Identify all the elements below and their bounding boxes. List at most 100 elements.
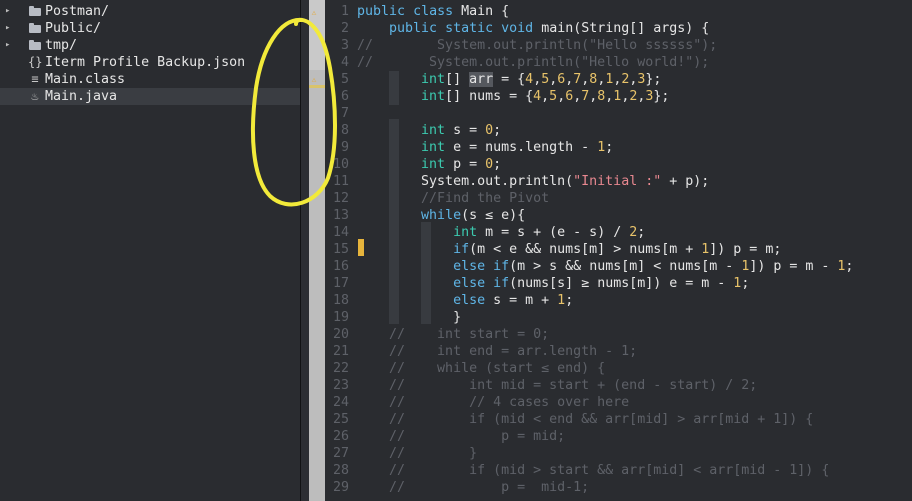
folder-icon: [29, 6, 41, 16]
code-text: int m = s + (e - s) / 2;: [453, 225, 646, 240]
folder-icon: [29, 23, 41, 33]
folder-icon: [29, 40, 41, 50]
line-number: 13: [332, 208, 349, 223]
line-number: 19: [332, 310, 349, 325]
folder-slash: /: [69, 38, 78, 53]
code-text: System.out.println("Initial :" + p);: [357, 174, 710, 189]
tree-item-public[interactable]: ▸ Public/: [0, 20, 300, 37]
line-number: 26: [332, 429, 349, 444]
code-text: // }: [357, 446, 478, 461]
code-line[interactable]: 17 else if(nums[s] ≥ nums[m]) e = m - 1;: [325, 275, 912, 292]
code-line[interactable]: 5 int[] arr = {4,5,6,7,8,1,2,3};: [325, 71, 912, 88]
code-line[interactable]: 7: [325, 105, 912, 122]
line-number: 14: [332, 225, 349, 240]
code-text: if(m < e && nums[m] > nums[m + 1]) p = m…: [453, 242, 782, 257]
line-number: 2: [340, 21, 349, 36]
code-text: }: [357, 310, 462, 325]
code-line[interactable]: 9 int e = nums.length - 1;: [325, 139, 912, 156]
code-text: // int end = arr.length - 1;: [357, 344, 638, 359]
code-text: while(s ≤ e){: [421, 208, 526, 223]
code-line[interactable]: 11 System.out.println("Initial :" + p);: [325, 173, 912, 190]
code-line[interactable]: 4 // System.out.println("Hello world!");: [325, 54, 912, 71]
code-line[interactable]: 10 int p = 0;: [325, 156, 912, 173]
code-text: // int mid = start + (end - start) / 2;: [357, 378, 758, 393]
line-number: 15: [332, 242, 349, 257]
code-text: // p = mid-1;: [357, 480, 590, 495]
expand-arrow-icon[interactable]: ▸: [5, 3, 15, 20]
code-line[interactable]: 19 }: [325, 309, 912, 326]
line-number: 28: [332, 463, 349, 478]
code-line[interactable]: 1 public class Main {: [325, 3, 912, 20]
code-line[interactable]: 16 else if(m > s && nums[m] < nums[m - 1…: [325, 258, 912, 275]
code-line[interactable]: 27 // }: [325, 445, 912, 462]
tree-item-tmp[interactable]: ▸ tmp/: [0, 37, 300, 54]
code-text: int e = nums.length - 1;: [421, 140, 614, 155]
line-number: 7: [340, 106, 349, 121]
sign-column: [301, 0, 309, 501]
code-line[interactable]: 3 // System.out.println("Hello ssssss");: [325, 37, 912, 54]
expand-arrow-icon[interactable]: ▸: [5, 37, 15, 54]
code-line[interactable]: 13 while(s ≤ e){: [325, 207, 912, 224]
code-text: // p = mid;: [357, 429, 566, 444]
line-number: 3: [340, 38, 349, 53]
code-line[interactable]: 21 // int end = arr.length - 1;: [325, 343, 912, 360]
code-line[interactable]: 15 if(m < e && nums[m] > nums[m + 1]) p …: [325, 241, 912, 258]
code-text: int[] arr = {4,5,6,7,8,1,2,3};: [421, 72, 662, 87]
tree-item-main-class[interactable]: ≡ Main.class: [0, 71, 300, 88]
line-number: 9: [340, 140, 349, 155]
code-text: public static void main(String[] args) {: [389, 21, 710, 36]
tree-item-label: tmp: [45, 38, 70, 53]
code-line[interactable]: 18 else s = m + 1;: [325, 292, 912, 309]
code-line[interactable]: 25 // if (mid < end && arr[mid] > arr[mi…: [325, 411, 912, 428]
tree-item-postman[interactable]: ▸ Postman/: [0, 3, 300, 20]
code-line[interactable]: 12 //Find the Pivot: [325, 190, 912, 207]
line-number: 23: [332, 378, 349, 393]
tree-item-main-java[interactable]: ♨ Main.java: [0, 88, 300, 105]
code-line[interactable]: 23 // int mid = start + (end - start) / …: [325, 377, 912, 394]
line-number: 25: [332, 412, 349, 427]
code-line[interactable]: 8 int s = 0;: [325, 122, 912, 139]
line-number: 22: [332, 361, 349, 376]
code-text: //Find the Pivot: [357, 191, 550, 206]
code-editor[interactable]: 1 public class Main { 2 public static vo…: [325, 0, 912, 501]
code-text: // // 4 cases over here: [357, 395, 630, 410]
line-number: 17: [332, 276, 349, 291]
code-text: // if (mid < end && arr[mid] > arr[mid +…: [357, 412, 814, 427]
line-number: 12: [332, 191, 349, 206]
line-number: 5: [340, 72, 349, 87]
json-file-icon: {}: [28, 55, 43, 69]
code-line[interactable]: 20 // int start = 0;: [325, 326, 912, 343]
line-number: 4: [340, 55, 349, 70]
line-number: 11: [332, 174, 349, 189]
line-number: 20: [332, 327, 349, 342]
code-line[interactable]: 14 int m = s + (e - s) / 2;: [325, 224, 912, 241]
code-line[interactable]: 6 int[] nums = {4,5,6,7,8,1,2,3};: [325, 88, 912, 105]
file-tree: ▸ Postman/ ▸ Public/ ▸ tmp/ {} Iterm Pro…: [0, 0, 300, 501]
code-text: // if (mid > start && arr[mid] < arr[mid…: [357, 463, 830, 478]
code-text: else s = m + 1;: [453, 293, 574, 308]
code-text: int[] nums = {4,5,6,7,8,1,2,3};: [421, 89, 670, 104]
code-line[interactable]: 29 // p = mid-1;: [325, 479, 912, 496]
folder-slash: /: [93, 21, 102, 36]
code-text: int s = 0;: [421, 123, 502, 138]
code-line[interactable]: 26 // p = mid;: [325, 428, 912, 445]
line-number: 21: [332, 344, 349, 359]
line-number: 6: [340, 89, 349, 104]
expand-arrow-icon[interactable]: ▸: [5, 20, 15, 37]
code-line[interactable]: 24 // // 4 cases over here: [325, 394, 912, 411]
line-number: 8: [340, 123, 349, 138]
code-text: public class Main {: [357, 4, 510, 19]
line-number: 18: [332, 293, 349, 308]
code-text: // System.out.println("Hello world!");: [357, 55, 710, 70]
warning-icon[interactable]: ⚠: [310, 8, 318, 18]
code-line[interactable]: 2 public static void main(String[] args)…: [325, 20, 912, 37]
line-number: 24: [332, 395, 349, 410]
tree-item-iterm-profile-backup[interactable]: {} Iterm Profile Backup.json: [0, 54, 300, 71]
code-line[interactable]: 22 // while (start ≤ end) {: [325, 360, 912, 377]
code-text: // while (start ≤ end) {: [357, 361, 606, 376]
code-text: // System.out.println("Hello ssssss");: [357, 38, 718, 53]
code-line[interactable]: 28 // if (mid > start && arr[mid] < arr[…: [325, 462, 912, 479]
warning-icon[interactable]: ⚠: [310, 75, 318, 85]
code-text: // int start = 0;: [357, 327, 550, 342]
tree-item-label: Postman: [45, 4, 102, 19]
